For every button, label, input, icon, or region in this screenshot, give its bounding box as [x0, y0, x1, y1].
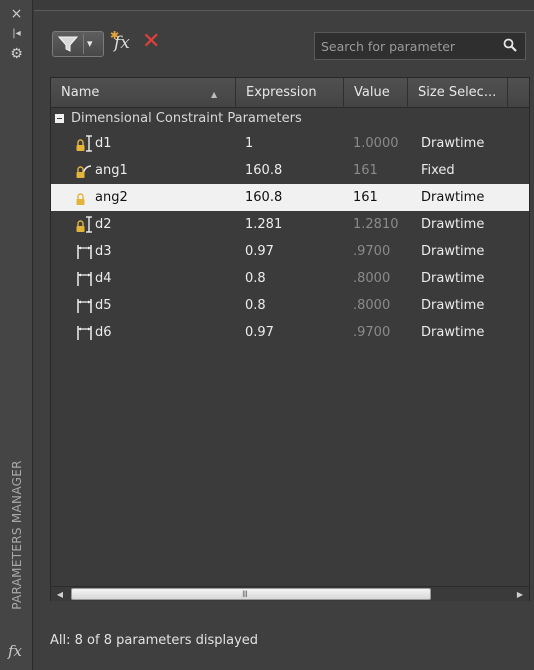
group-label: Dimensional Constraint Parameters: [71, 111, 302, 126]
param-expression[interactable]: 0.97: [245, 238, 345, 265]
palette-title-strip: × |◂ ⚙ PARAMETERS MANAGER fx: [0, 0, 33, 670]
horizontal-dimension-icon: [77, 245, 92, 259]
table-row[interactable]: ang2 160.8 161 Drawtime: [51, 184, 529, 211]
horizontal-dimension-icon: [77, 326, 92, 340]
properties-gear-icon[interactable]: ⚙: [0, 46, 33, 62]
param-size-selection[interactable]: Drawtime: [421, 265, 521, 292]
param-value: 1.2810: [353, 217, 399, 232]
param-size-selection[interactable]: Drawtime: [421, 238, 521, 265]
horizontal-dimension-icon: [77, 299, 92, 313]
param-expression[interactable]: 0.8: [245, 265, 345, 292]
column-header-size-selection[interactable]: Size Selec...: [408, 78, 508, 108]
param-name[interactable]: ang2: [95, 184, 245, 211]
param-expression[interactable]: 160.8: [245, 157, 345, 184]
param-size-selection[interactable]: Fixed: [421, 157, 521, 184]
param-name[interactable]: d3: [95, 238, 245, 265]
column-header-value[interactable]: Value: [344, 78, 408, 108]
param-size-selection[interactable]: Drawtime: [421, 130, 521, 157]
scrollbar-grip-icon: III: [242, 590, 248, 600]
linear-dimension-lock-icon: [76, 135, 92, 152]
table-row[interactable]: d1 1 1.0000 Drawtime: [51, 130, 529, 157]
param-value: 1.0000: [353, 136, 399, 151]
group-row[interactable]: Dimensional Constraint Parameters: [51, 109, 529, 129]
param-expression[interactable]: 160.8: [245, 184, 345, 211]
param-name[interactable]: d4: [95, 265, 245, 292]
param-value: 161: [353, 190, 378, 205]
status-text: All: 8 of 8 parameters displayed: [50, 633, 259, 648]
param-size-selection[interactable]: Drawtime: [421, 292, 521, 319]
delete-x-icon[interactable]: ✕: [142, 30, 160, 54]
param-name[interactable]: d6: [95, 319, 245, 346]
close-icon[interactable]: ×: [0, 6, 33, 22]
param-expression[interactable]: 0.8: [245, 292, 345, 319]
collapse-toggle-icon[interactable]: [55, 114, 64, 123]
grid-header: Name ▲ Expression Value Size Selec...: [51, 78, 529, 108]
param-value: .9700: [353, 244, 391, 259]
angular-dimension-lock-icon: [76, 192, 92, 205]
param-size-selection[interactable]: Drawtime: [421, 184, 521, 211]
param-expression[interactable]: 1: [245, 130, 345, 157]
chevron-down-icon[interactable]: ▾: [87, 37, 93, 50]
table-row[interactable]: d6 0.97 .9700 Drawtime: [51, 319, 529, 346]
filter-button[interactable]: ▾: [52, 31, 104, 57]
table-row[interactable]: d4 0.8 .8000 Drawtime: [51, 265, 529, 292]
column-header-expression[interactable]: Expression: [236, 78, 344, 108]
fx-icon: fx: [8, 642, 23, 660]
linear-dimension-lock-icon: [76, 216, 92, 233]
param-value: .8000: [353, 298, 391, 313]
param-size-selection[interactable]: Drawtime: [421, 211, 521, 238]
filter-divider: [83, 34, 84, 54]
new-parameter-fx-icon[interactable]: fx: [114, 33, 130, 53]
param-name[interactable]: d1: [95, 130, 245, 157]
auto-hide-icon[interactable]: |◂: [0, 26, 33, 42]
horizontal-scrollbar[interactable]: ◀ III ▶: [51, 586, 529, 601]
param-value: .9700: [353, 325, 391, 340]
angular-dimension-lock-icon: [76, 165, 92, 178]
param-value: 161: [353, 163, 378, 178]
param-name[interactable]: d2: [95, 211, 245, 238]
parameters-panel: ▾ ✱ fx ✕ Name ▲ Expression Value Size Se…: [34, 10, 534, 670]
column-header-name[interactable]: Name: [51, 78, 236, 108]
param-name[interactable]: d5: [95, 292, 245, 319]
param-expression[interactable]: 0.97: [245, 319, 345, 346]
scroll-right-arrow-icon[interactable]: ▶: [511, 587, 529, 602]
table-row[interactable]: d3 0.97 .9700 Drawtime: [51, 238, 529, 265]
sort-ascending-icon: ▲: [211, 90, 218, 99]
param-expression[interactable]: 1.281: [245, 211, 345, 238]
param-name[interactable]: ang1: [95, 157, 245, 184]
parameters-grid: Name ▲ Expression Value Size Selec... Di…: [50, 77, 530, 601]
table-row[interactable]: d2 1.281 1.2810 Drawtime: [51, 211, 529, 238]
horizontal-dimension-icon: [77, 272, 92, 286]
table-row[interactable]: d5 0.8 .8000 Drawtime: [51, 292, 529, 319]
scroll-left-arrow-icon[interactable]: ◀: [51, 587, 69, 602]
param-value: .8000: [353, 271, 391, 286]
param-size-selection[interactable]: Drawtime: [421, 319, 521, 346]
table-row[interactable]: ang1 160.8 161 Fixed: [51, 157, 529, 184]
search-field[interactable]: [314, 32, 526, 60]
search-icon[interactable]: [503, 38, 517, 52]
scrollbar-thumb[interactable]: III: [71, 588, 431, 600]
funnel-icon: [57, 36, 79, 52]
palette-title: PARAMETERS MANAGER: [9, 460, 24, 610]
search-input[interactable]: [321, 36, 497, 56]
